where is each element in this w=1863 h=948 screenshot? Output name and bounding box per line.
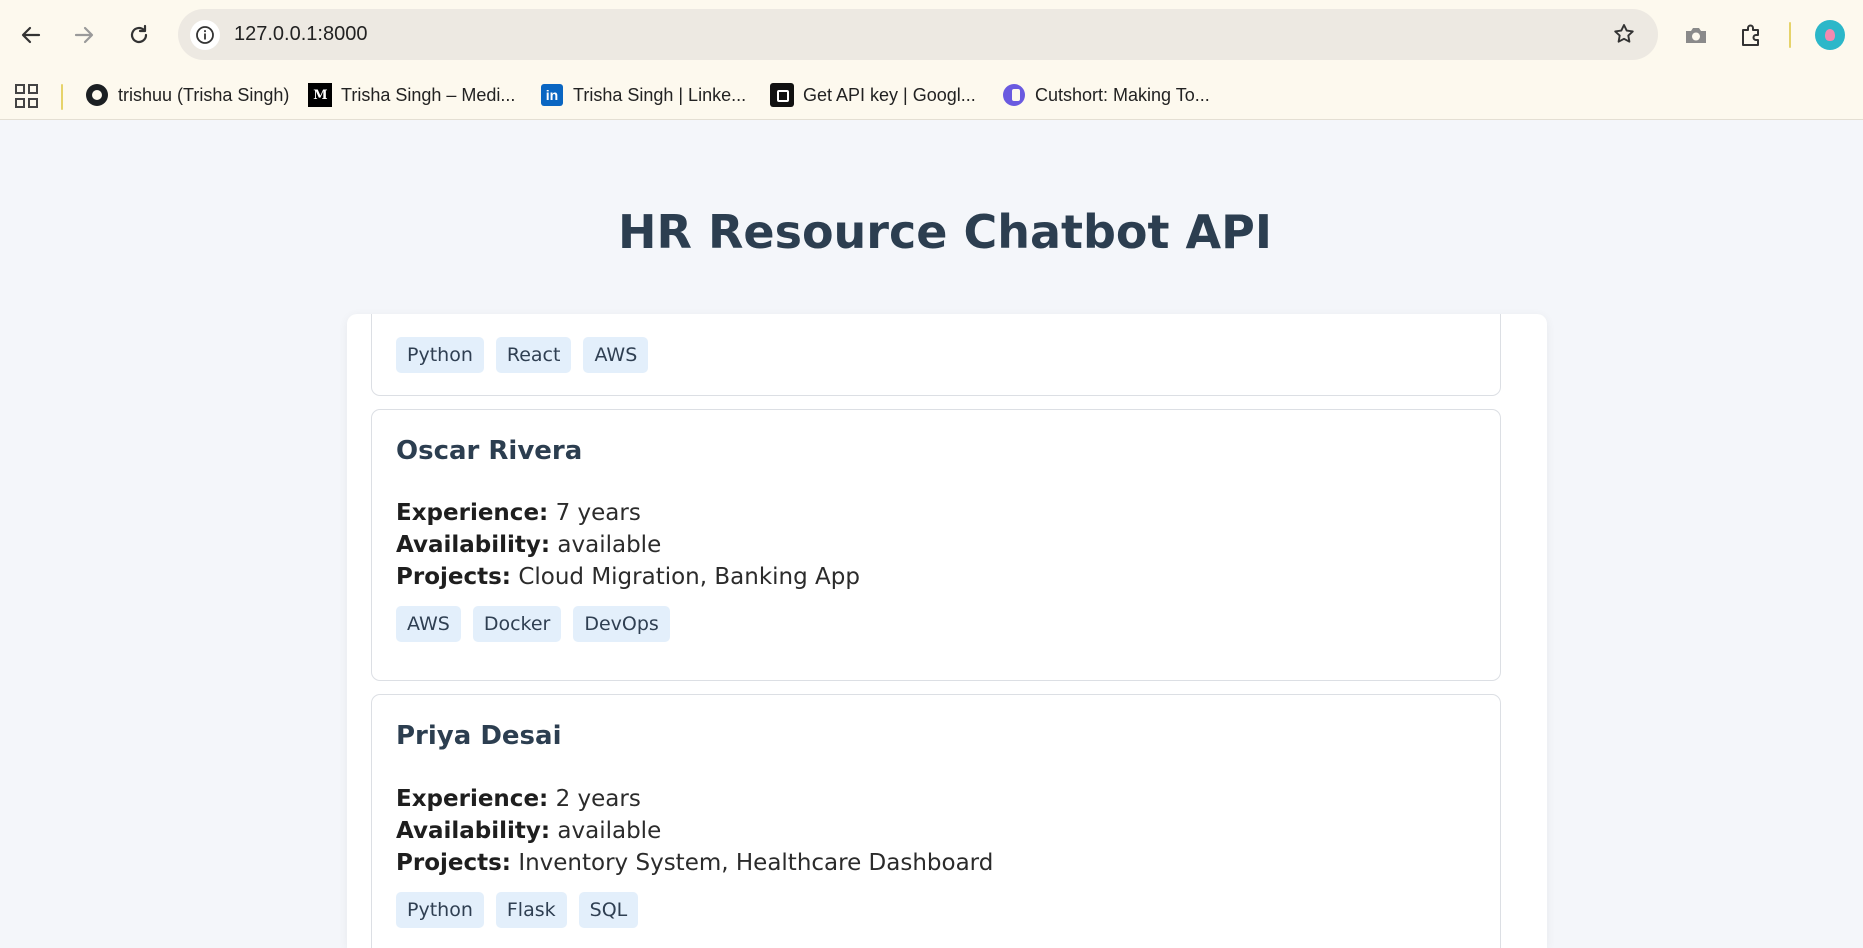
skill-tag: AWS [396, 606, 461, 642]
apps-grid-icon[interactable] [15, 84, 39, 108]
bookmark-label: trishuu (Trisha Singh) [118, 84, 290, 105]
bookmarks-divider [61, 84, 63, 110]
availability-value: available [557, 532, 662, 558]
bookmark-medium[interactable]: M Trisha Singh – Medi... [308, 80, 515, 110]
address-bar[interactable]: 127.0.0.1:8000 [178, 9, 1658, 60]
skill-tags: Python React AWS [396, 337, 649, 373]
availability-label: Availability: [396, 818, 551, 844]
experience-value: 2 years [555, 786, 641, 812]
arrow-right-icon [74, 26, 94, 44]
bookmark-label: Trisha Singh | Linke... [573, 84, 747, 105]
projects-label: Projects: [396, 564, 511, 590]
ai-studio-icon [770, 83, 794, 107]
cutshort-icon [1002, 83, 1026, 107]
puzzle-icon [1742, 24, 1759, 46]
medium-icon: M [308, 83, 332, 107]
url-text[interactable]: 127.0.0.1:8000 [234, 23, 367, 46]
browser-toolbar: 127.0.0.1:8000 [0, 0, 1863, 70]
projects-value: Inventory System, Healthcare Dashboard [518, 850, 994, 876]
projects-line: Projects: Inventory System, Healthcare D… [396, 850, 993, 876]
candidate-name: Priya Desai [396, 721, 562, 751]
availability-value: available [557, 818, 662, 844]
profile-avatar[interactable] [1815, 20, 1845, 50]
arrow-left-icon [21, 26, 41, 44]
bookmark-label: Trisha Singh – Medi... [341, 84, 516, 105]
skill-tag: SQL [578, 892, 639, 928]
linkedin-icon: in [540, 83, 564, 107]
experience-line: Experience: 2 years [396, 786, 641, 812]
results-panel[interactable]: Python React AWS Oscar Rivera Experience… [347, 314, 1547, 948]
toolbar-divider [1789, 22, 1791, 48]
bookmark-google-api-key[interactable]: Get API key | Googl... [770, 80, 976, 110]
projects-value: Cloud Migration, Banking App [518, 564, 860, 590]
skill-tag: Python [396, 892, 484, 928]
reload-button[interactable] [121, 17, 157, 53]
experience-line: Experience: 7 years [396, 500, 641, 526]
bookmarks-bar: trishuu (Trisha Singh) M Trisha Singh – … [0, 70, 1863, 120]
bookmark-label: Get API key | Googl... [803, 84, 976, 105]
experience-label: Experience: [396, 786, 549, 812]
experience-label: Experience: [396, 500, 549, 526]
availability-line: Availability: available [396, 532, 661, 558]
skill-tags: AWS Docker DevOps [396, 606, 670, 642]
skill-tags: Python Flask SQL [396, 892, 639, 928]
bookmark-star-icon[interactable] [1612, 22, 1636, 50]
skill-tag: AWS [583, 337, 649, 373]
github-icon [85, 83, 109, 107]
candidate-card: Oscar Rivera Experience: 7 years Availab… [371, 409, 1501, 681]
reload-icon [130, 24, 148, 44]
projects-line: Projects: Cloud Migration, Banking App [396, 564, 860, 590]
bookmark-linkedin[interactable]: in Trisha Singh | Linke... [540, 80, 746, 110]
page-title: HR Resource Chatbot API [618, 205, 1272, 259]
skill-tag: Docker [472, 606, 562, 642]
extensions-button[interactable] [1733, 17, 1769, 53]
bookmark-cutshort[interactable]: Cutshort: Making To... [1002, 80, 1210, 110]
camera-icon [1686, 28, 1706, 43]
screenshot-extension-button[interactable] [1678, 17, 1714, 53]
avatar-figure-icon [1825, 29, 1835, 41]
back-button[interactable] [13, 17, 49, 53]
bookmark-label: Cutshort: Making To... [1035, 84, 1210, 105]
skill-tag: Python [396, 337, 484, 373]
candidate-card: Priya Desai Experience: 2 years Availabi… [371, 694, 1501, 948]
candidate-card: Python React AWS [371, 314, 1501, 396]
bookmark-github[interactable]: trishuu (Trisha Singh) [85, 80, 289, 110]
availability-line: Availability: available [396, 818, 661, 844]
candidate-name: Oscar Rivera [396, 436, 583, 466]
forward-button[interactable] [66, 17, 102, 53]
skill-tag: DevOps [573, 606, 670, 642]
skill-tag: React [495, 337, 572, 373]
site-info-icon[interactable] [190, 20, 220, 50]
projects-label: Projects: [396, 850, 511, 876]
skill-tag: Flask [495, 892, 567, 928]
experience-value: 7 years [555, 500, 641, 526]
availability-label: Availability: [396, 532, 551, 558]
